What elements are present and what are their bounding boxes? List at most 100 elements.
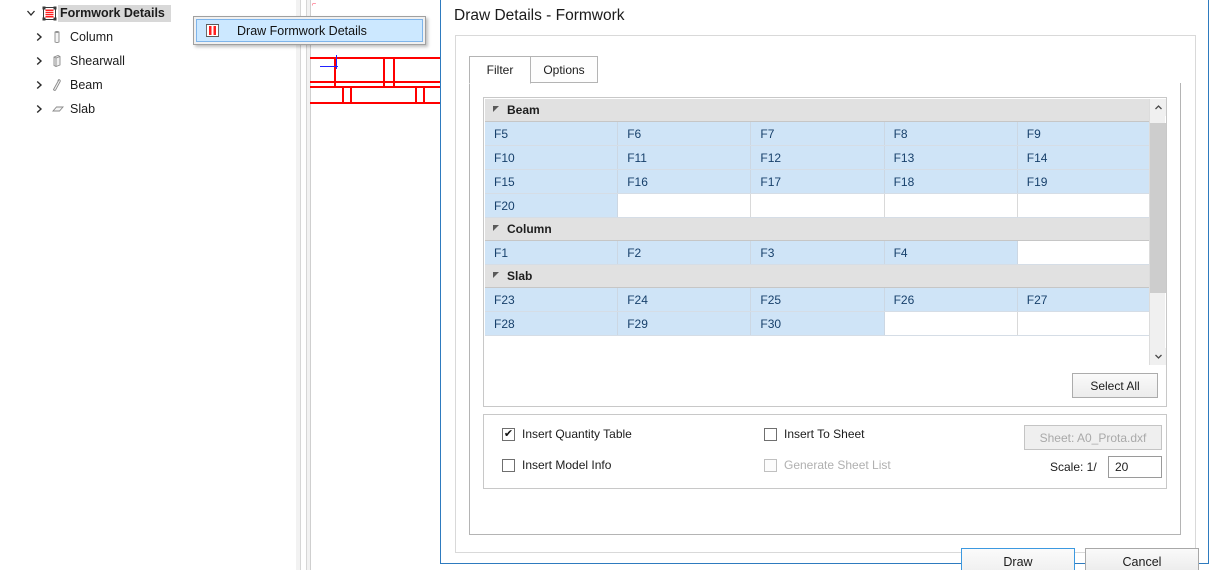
group-collapse-icon[interactable] xyxy=(485,271,507,281)
grid-cell[interactable]: F2 xyxy=(618,241,751,264)
screen: Formwork Details Column xyxy=(0,0,1209,570)
dialog-title: Draw Details - Formwork xyxy=(454,7,625,25)
cad-drawing-strip: ⌐ xyxy=(296,0,440,570)
grid-cell[interactable]: F17 xyxy=(751,170,884,193)
table-row[interactable]: F10 F11 F12 F13 F14 xyxy=(485,146,1151,170)
grid-cell[interactable]: F26 xyxy=(885,288,1018,311)
checkbox-insert-to-sheet[interactable]: Insert To Sheet xyxy=(764,427,865,441)
checkbox-label: Generate Sheet List xyxy=(784,458,891,472)
grid-cell[interactable]: F11 xyxy=(618,146,751,169)
element-grid[interactable]: Beam F5 F6 F7 F8 F9 F10 F11 F12 xyxy=(485,99,1151,365)
checkbox-generate-sheet-list: Generate Sheet List xyxy=(764,458,891,472)
grid-cell[interactable]: F23 xyxy=(485,288,618,311)
table-row[interactable]: F5 F6 F7 F8 F9 xyxy=(485,122,1151,146)
grid-cell-empty xyxy=(885,312,1018,335)
grid-cell[interactable]: F13 xyxy=(885,146,1018,169)
cad-line xyxy=(310,86,440,88)
grid-cell[interactable]: F4 xyxy=(885,241,1018,264)
cad-line xyxy=(393,57,395,86)
grid-cell-empty xyxy=(1018,194,1151,217)
grid-vertical-scrollbar[interactable] xyxy=(1149,99,1165,365)
checkbox-label: Insert To Sheet xyxy=(784,427,865,441)
scale-input[interactable]: 20 xyxy=(1108,456,1162,478)
grid-cell[interactable]: F5 xyxy=(485,122,618,145)
grid-cell[interactable]: F25 xyxy=(751,288,884,311)
table-row[interactable]: F23 F24 F25 F26 F27 xyxy=(485,288,1151,312)
tab-filter[interactable]: Filter xyxy=(469,56,531,84)
checkbox-insert-model-info[interactable]: Insert Model Info xyxy=(502,458,611,472)
tree-item-column[interactable]: Column xyxy=(30,26,113,48)
grid-group-header-slab[interactable]: Slab xyxy=(485,265,1151,288)
tree-item-shearwall[interactable]: Shearwall xyxy=(30,50,125,72)
grid-cell[interactable]: F10 xyxy=(485,146,618,169)
grid-cell[interactable]: F8 xyxy=(885,122,1018,145)
grid-cell[interactable]: F7 xyxy=(751,122,884,145)
group-collapse-icon[interactable] xyxy=(485,105,507,115)
scroll-down-icon[interactable] xyxy=(1150,348,1166,365)
checkbox-label: Insert Quantity Table xyxy=(522,427,632,441)
sheet-button-label: Sheet: A0_Prota.dxf xyxy=(1040,431,1147,445)
grid-cell[interactable]: F30 xyxy=(751,312,884,335)
draw-button[interactable]: Draw xyxy=(961,548,1075,570)
group-collapse-icon[interactable] xyxy=(485,224,507,234)
select-all-button[interactable]: Select All xyxy=(1072,373,1158,398)
grid-cell[interactable]: F15 xyxy=(485,170,618,193)
grid-group-title: Slab xyxy=(507,269,532,283)
checkbox-box[interactable] xyxy=(502,459,515,472)
grid-cell[interactable]: F19 xyxy=(1018,170,1151,193)
grid-cell[interactable]: F6 xyxy=(618,122,751,145)
chevron-right-icon[interactable] xyxy=(30,50,48,72)
table-row[interactable]: F15 F16 F17 F18 F19 xyxy=(485,170,1151,194)
grid-group-header-beam[interactable]: Beam xyxy=(485,99,1151,122)
grid-cell[interactable]: F9 xyxy=(1018,122,1151,145)
checkbox-box[interactable] xyxy=(764,428,777,441)
checkbox-box xyxy=(764,459,777,472)
grid-cell[interactable]: F29 xyxy=(618,312,751,335)
formwork-icon xyxy=(40,4,58,22)
tree-item-label: Shearwall xyxy=(66,54,125,68)
scroll-up-icon[interactable] xyxy=(1150,99,1166,116)
menu-item-label: Draw Formwork Details xyxy=(237,24,367,38)
chevron-right-icon[interactable] xyxy=(30,98,48,120)
tree-item-formwork-details[interactable]: Formwork Details xyxy=(22,2,171,24)
context-menu: Draw Formwork Details xyxy=(193,16,426,45)
grid-cell[interactable]: F12 xyxy=(751,146,884,169)
checkbox-insert-quantity-table[interactable]: ✔ Insert Quantity Table xyxy=(502,427,632,441)
grid-cell[interactable]: F14 xyxy=(1018,146,1151,169)
sheet-select-button: Sheet: A0_Prota.dxf xyxy=(1024,425,1162,450)
grid-cell[interactable]: F1 xyxy=(485,241,618,264)
menu-item-draw-formwork-details[interactable]: Draw Formwork Details xyxy=(196,19,423,42)
draw-button-label: Draw xyxy=(1003,555,1032,569)
tree-item-label: Formwork Details xyxy=(58,5,171,22)
grid-cell[interactable]: F20 xyxy=(485,194,618,217)
check-icon[interactable]: ✔ xyxy=(502,428,515,441)
grid-cell[interactable]: F16 xyxy=(618,170,751,193)
cancel-button[interactable]: Cancel xyxy=(1085,548,1199,570)
cad-line xyxy=(415,86,417,102)
chevron-right-icon[interactable] xyxy=(30,74,48,96)
grid-cell[interactable]: F27 xyxy=(1018,288,1151,311)
tab-label: Filter xyxy=(487,63,514,77)
scrollbar-thumb[interactable] xyxy=(1150,123,1166,293)
tree-item-label: Beam xyxy=(66,78,103,92)
tree-item-beam[interactable]: Beam xyxy=(30,74,103,96)
table-row[interactable]: F1 F2 F3 F4 xyxy=(485,241,1151,265)
slab-icon xyxy=(48,100,66,118)
grid-group-header-column[interactable]: Column xyxy=(485,218,1151,241)
table-row[interactable]: F28 F29 F30 xyxy=(485,312,1151,336)
tree-item-slab[interactable]: Slab xyxy=(30,98,95,120)
cad-line xyxy=(310,57,440,59)
grid-cell-empty xyxy=(1018,312,1151,335)
grid-cell[interactable]: F28 xyxy=(485,312,618,335)
cad-line xyxy=(350,86,352,102)
chevron-right-icon[interactable] xyxy=(30,26,48,48)
grid-cell[interactable]: F3 xyxy=(751,241,884,264)
tab-options[interactable]: Options xyxy=(530,56,598,83)
draw-details-dialog: Draw Details - Formwork Filter Options xyxy=(440,0,1209,564)
grid-cell[interactable]: F24 xyxy=(618,288,751,311)
scale-value: 20 xyxy=(1115,460,1128,474)
chevron-down-icon[interactable] xyxy=(22,2,40,24)
table-row[interactable]: F20 xyxy=(485,194,1151,218)
grid-cell[interactable]: F18 xyxy=(885,170,1018,193)
tab-label: Options xyxy=(543,63,584,77)
